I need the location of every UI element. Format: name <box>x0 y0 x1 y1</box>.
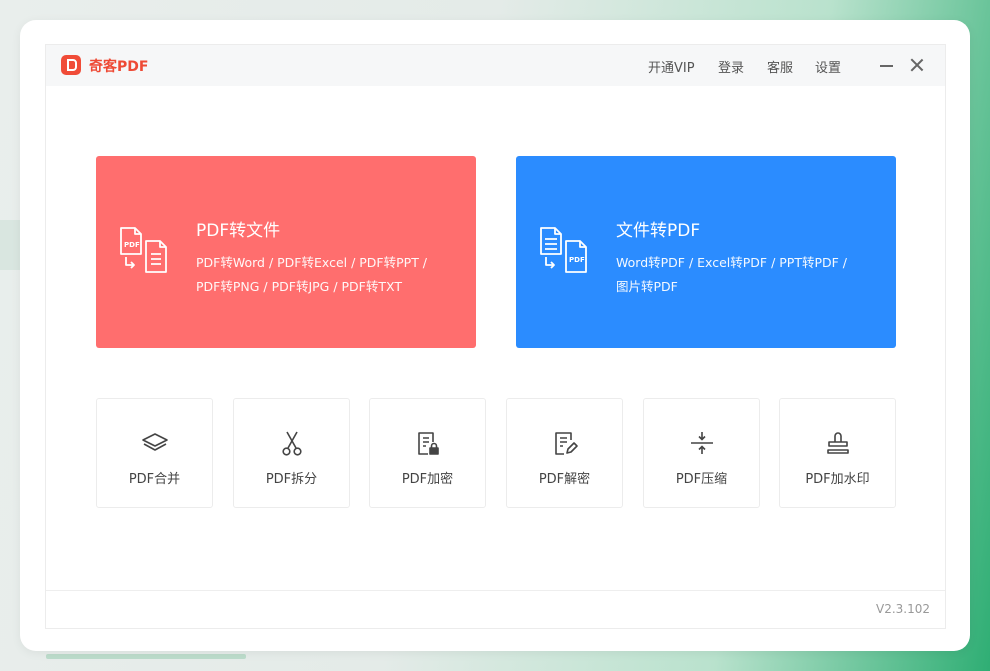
pdf-to-file-desc-line1: PDF转Word / PDF转Excel / PDF转PPT / <box>196 255 428 270</box>
pdf-decrypt-button[interactable]: PDF解密 <box>506 398 623 508</box>
edit-document-icon <box>555 432 578 455</box>
stamp-icon <box>827 432 849 454</box>
login-link[interactable]: 登录 <box>718 57 744 76</box>
pdf-compress-label: PDF压缩 <box>675 472 728 487</box>
file-to-pdf-icon: PDF <box>540 227 587 273</box>
compress-icon <box>691 432 713 454</box>
file-to-pdf-desc-line1: Word转PDF / Excel转PDF / PPT转PDF / <box>616 255 848 270</box>
pdf-watermark-button[interactable]: PDF加水印 <box>779 398 896 508</box>
app-logo-text: 奇客PDF <box>89 59 149 75</box>
svg-text:PDF: PDF <box>569 256 585 264</box>
title-bar: 奇客PDF 开通VIP 登录 客服 设置 <box>46 45 945 86</box>
pdf-to-file-description: PDF转Word / PDF转Excel / PDF转PPT / PDF转PNG… <box>196 251 466 299</box>
app-logo-icon <box>61 55 81 75</box>
pdf-watermark-label: PDF加水印 <box>805 472 870 487</box>
settings-link[interactable]: 设置 <box>815 57 841 76</box>
file-to-pdf-desc-line2: 图片转PDF <box>616 279 678 294</box>
pdf-to-file-desc-line2: PDF转PNG / PDF转JPG / PDF转TXT <box>196 279 402 294</box>
footer-divider <box>46 590 945 591</box>
minimize-icon[interactable] <box>880 65 893 67</box>
pdf-merge-label: PDF合并 <box>128 472 181 487</box>
layers-icon <box>142 433 168 451</box>
file-to-pdf-description: Word转PDF / Excel转PDF / PPT转PDF / 图片转PDF <box>616 251 886 299</box>
file-to-pdf-title: 文件转PDF <box>616 221 701 241</box>
pdf-merge-button[interactable]: PDF合并 <box>96 398 213 508</box>
open-vip-link[interactable]: 开通VIP <box>648 57 695 76</box>
file-to-pdf-card[interactable]: PDF 文件转PDF Word转PDF / Excel转PDF / PPT转PD… <box>516 156 896 348</box>
app-window: 奇客PDF 开通VIP 登录 客服 设置 PDF PDF转文件 PDF转Word… <box>45 44 946 629</box>
close-icon[interactable] <box>910 58 924 72</box>
pdf-split-label: PDF拆分 <box>265 472 318 487</box>
scissors-icon <box>282 431 302 456</box>
pdf-to-file-card[interactable]: PDF PDF转文件 PDF转Word / PDF转Excel / PDF转PP… <box>96 156 476 348</box>
pdf-decrypt-label: PDF解密 <box>538 472 591 487</box>
version-label: V2.3.102 <box>875 602 930 616</box>
pdf-encrypt-label: PDF加密 <box>401 472 454 487</box>
pdf-split-button[interactable]: PDF拆分 <box>233 398 350 508</box>
pdf-to-file-title: PDF转文件 <box>196 221 281 241</box>
background-bar <box>46 654 246 659</box>
pdf-encrypt-button[interactable]: PDF加密 <box>369 398 486 508</box>
lock-document-icon <box>418 432 439 455</box>
pdf-compress-button[interactable]: PDF压缩 <box>643 398 760 508</box>
customer-service-link[interactable]: 客服 <box>767 57 793 76</box>
tools-row: PDF合并 PDF拆分 PDF加密 PDF解密 PDF压缩 PDF加水印 <box>96 398 896 508</box>
svg-text:PDF: PDF <box>124 241 140 249</box>
pdf-to-file-icon: PDF <box>120 227 167 273</box>
